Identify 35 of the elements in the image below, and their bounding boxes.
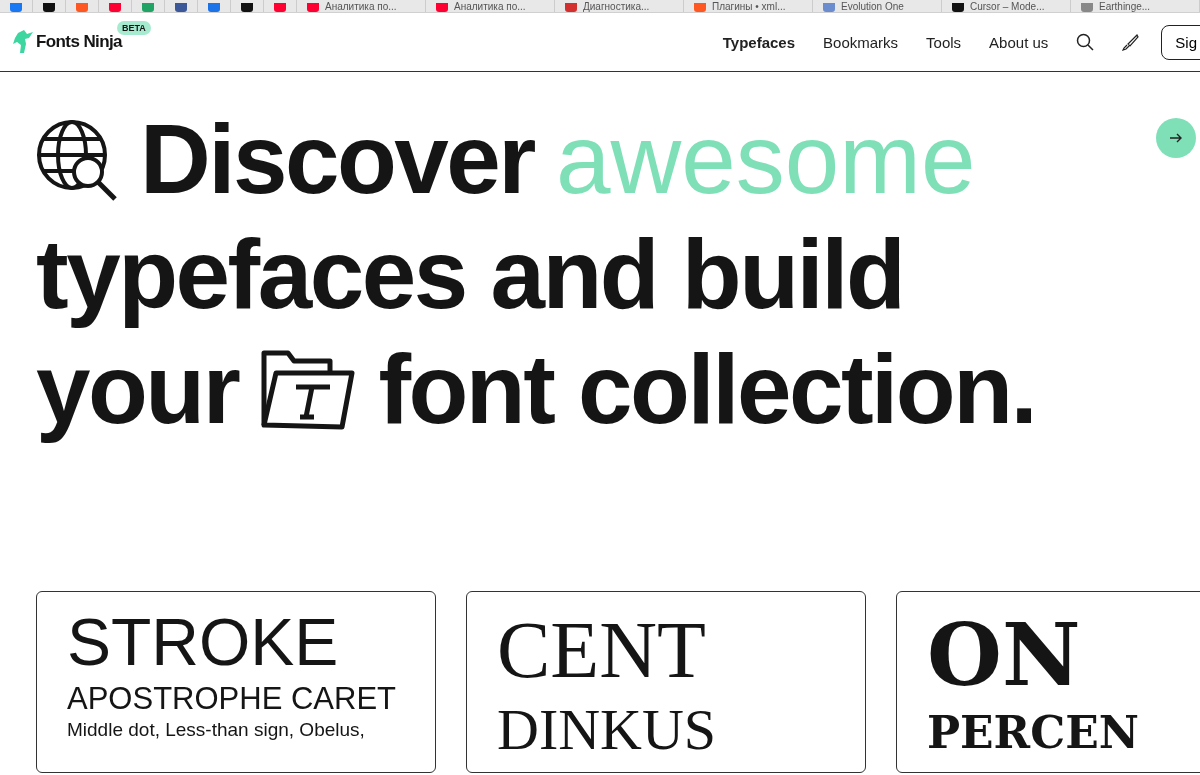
hero-heading: your [36,333,239,446]
nav-link[interactable]: Typefaces [722,33,796,51]
hero-heading-accent: awesome [556,103,976,216]
nav-link[interactable]: About us [989,33,1049,51]
browser-tab[interactable]: Evolution One [813,0,942,12]
font-sample: STROKE [67,604,339,680]
browser-tab[interactable]: Аналитика по... [426,0,555,12]
nav-link[interactable]: Tools [926,33,962,51]
hero-heading: font collection. [378,333,1036,446]
brush-icon[interactable] [1122,33,1140,51]
arrow-button[interactable] [1156,118,1196,158]
font-sample: APOSTROPHE CARET [67,680,396,718]
font-sample: ON [927,604,1081,706]
ninja-logo-icon [12,29,34,55]
hero-heading: Discover [140,103,534,216]
browser-tab[interactable]: Cursor – Mode... [942,0,1071,12]
browser-tab[interactable]: Earthinge... [1071,0,1200,12]
globe-search-icon [36,118,118,201]
beta-badge: BETA [117,21,151,35]
browser-tab[interactable]: Плагины • xml... [684,0,813,12]
font-sample: PERCEN [927,706,1139,760]
font-sample: CENT [497,605,706,696]
arrow-right-icon [1169,133,1183,143]
logo-text[interactable]: Fonts Ninja [36,32,122,52]
font-sample: Middle dot, Less-than sign, Obelus, [67,718,365,742]
font-sample: DINKUS [497,696,717,764]
nav-link[interactable]: Bookmarks [823,33,899,51]
font-card[interactable]: CENT DINKUS [466,591,866,773]
sign-in-button[interactable]: Sig [1161,24,1200,60]
hero-heading: typefaces and build [36,218,904,331]
font-card[interactable]: STROKE APOSTROPHE CARET Middle dot, Less-than sign, Obelus, [36,591,436,773]
font-card[interactable]: ON PERCEN [896,591,1200,773]
search-icon[interactable] [1076,33,1095,51]
browser-tab[interactable]: Диагностика... [555,0,684,12]
browser-tab[interactable]: Аналитика по... [297,0,426,12]
